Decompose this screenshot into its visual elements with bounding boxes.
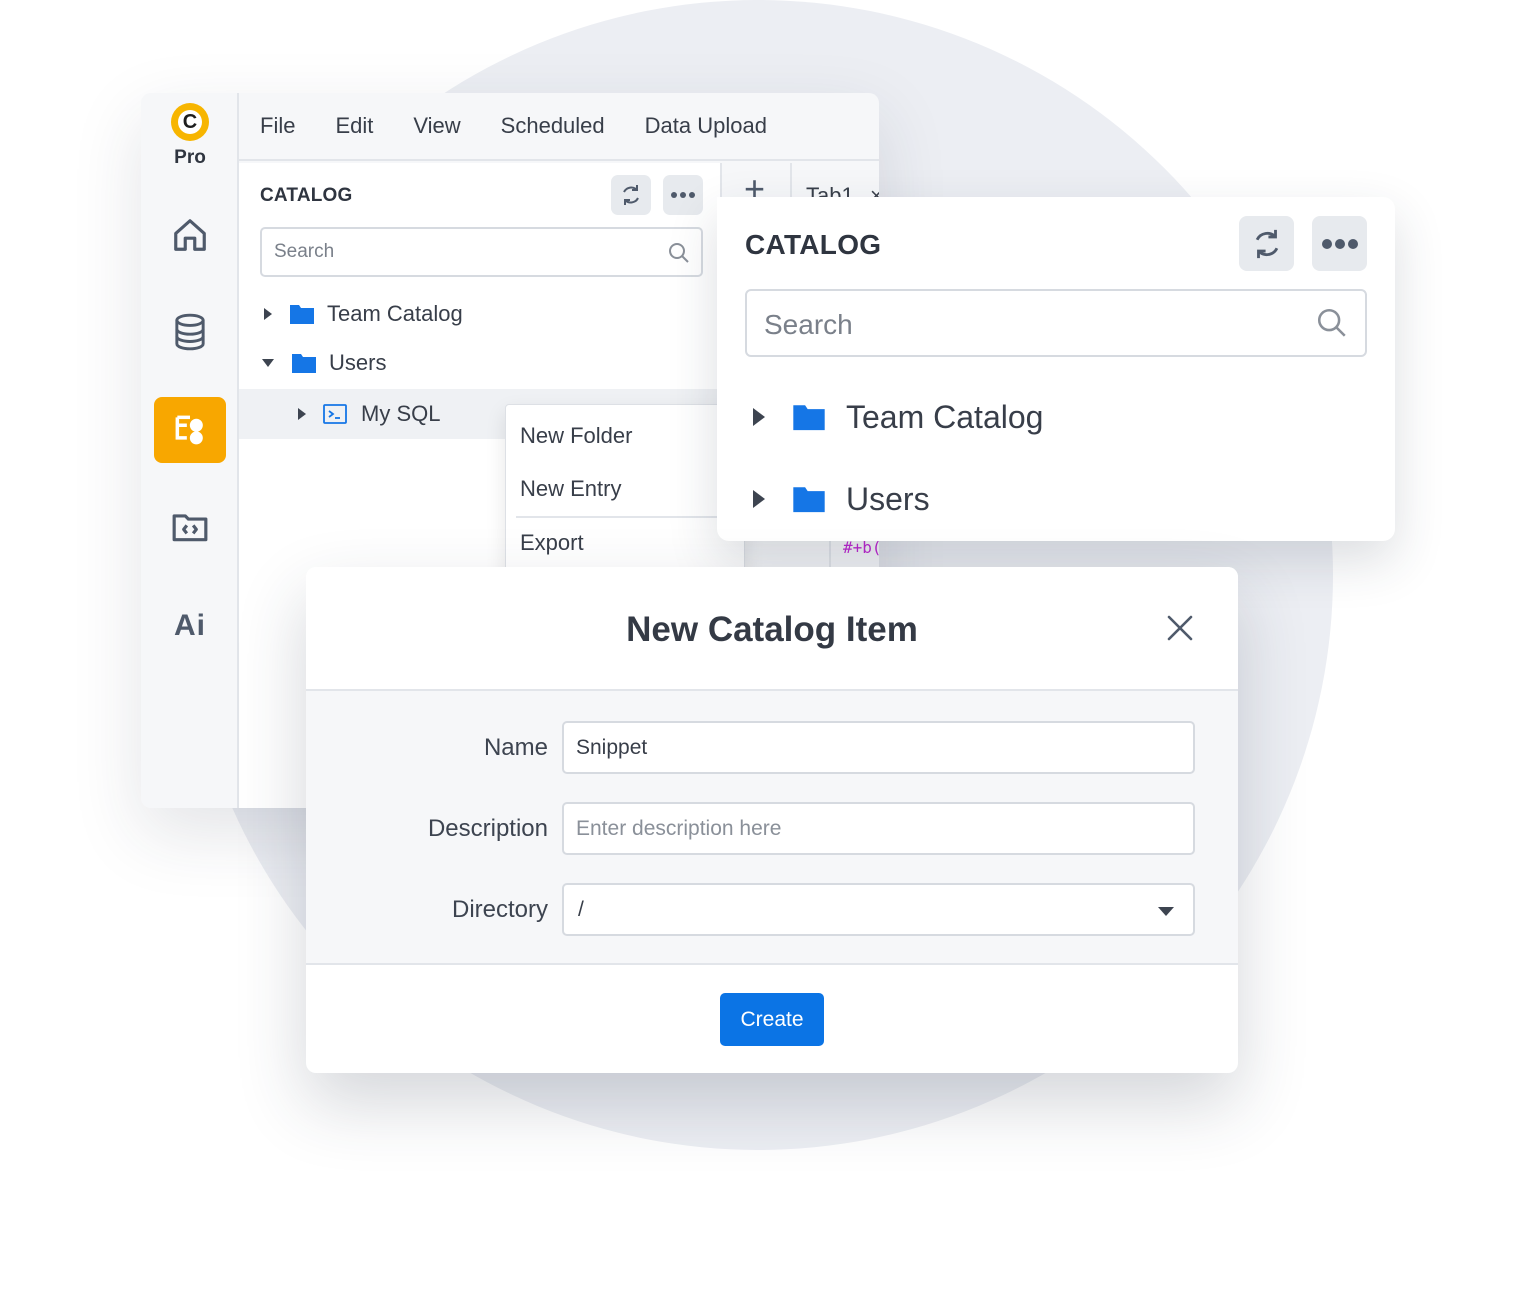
- home-icon: [174, 219, 206, 251]
- more-button[interactable]: [663, 175, 703, 215]
- ctx-new-folder[interactable]: New Folder: [520, 423, 632, 449]
- menu-edit[interactable]: Edit: [335, 113, 373, 139]
- rail-snippets[interactable]: [154, 494, 226, 560]
- tree-item-label: Team Catalog: [846, 398, 1044, 435]
- folder-icon: [793, 405, 825, 431]
- menu-view[interactable]: View: [413, 113, 460, 139]
- tree-item-label: My SQL: [361, 401, 441, 426]
- dialog-body: Name Description Directory /: [306, 691, 1238, 965]
- description-label: Description: [427, 815, 548, 842]
- logo[interactable]: C: [171, 103, 209, 141]
- catalog-search[interactable]: [260, 227, 703, 277]
- close-icon[interactable]: [1166, 614, 1194, 642]
- more-icon: [671, 192, 695, 198]
- folder-icon: [290, 305, 314, 324]
- tree-item-team-catalog[interactable]: Team Catalog: [239, 290, 722, 338]
- menu-file[interactable]: File: [260, 113, 295, 139]
- database-icon: [175, 313, 205, 351]
- folder-icon: [793, 487, 825, 513]
- name-label: Name: [483, 734, 548, 761]
- left-rail: C Pro Ai: [141, 93, 239, 808]
- directory-value: /: [578, 898, 584, 921]
- name-field[interactable]: [562, 721, 1195, 774]
- directory-select[interactable]: /: [562, 883, 1195, 936]
- logo-letter: C: [182, 111, 198, 133]
- catalog-tree-icon: [175, 415, 203, 445]
- catalog-search[interactable]: [745, 289, 1367, 357]
- tree-item-label: Users: [329, 350, 387, 375]
- chevron-right-icon: [753, 408, 765, 426]
- catalog-search-input[interactable]: [274, 241, 654, 263]
- tree-item-label: Team Catalog: [327, 301, 463, 326]
- directory-label: Directory: [451, 896, 548, 923]
- search-icon: [669, 243, 689, 263]
- dialog-header: New Catalog Item: [306, 567, 1238, 691]
- description-field[interactable]: [562, 802, 1195, 855]
- rail-ai[interactable]: Ai: [154, 593, 226, 659]
- tree-item-users[interactable]: Users: [717, 469, 1395, 529]
- create-button[interactable]: Create: [720, 993, 824, 1046]
- tree-item-team-catalog[interactable]: Team Catalog: [717, 387, 1395, 447]
- search-icon: [1317, 308, 1346, 337]
- menu-bar: File Edit View Scheduled Data Upload: [239, 93, 879, 161]
- ctx-new-entry[interactable]: New Entry: [520, 476, 621, 502]
- rail-database[interactable]: [154, 299, 226, 365]
- more-icon: [1321, 238, 1358, 249]
- refresh-button[interactable]: [1239, 216, 1294, 271]
- menu-scheduled[interactable]: Scheduled: [501, 113, 605, 139]
- ctx-export[interactable]: Export: [520, 530, 584, 556]
- folder-icon: [292, 354, 316, 373]
- rail-catalog[interactable]: [154, 397, 226, 463]
- ctx-divider: [516, 516, 744, 518]
- tree-item-users[interactable]: Users: [239, 339, 722, 387]
- refresh-icon: [1255, 229, 1278, 258]
- new-catalog-item-dialog: New Catalog Item Name Description Direct…: [306, 567, 1238, 1073]
- refresh-button[interactable]: [611, 175, 651, 215]
- ai-label: Ai: [174, 609, 206, 642]
- name-input[interactable]: [576, 736, 1166, 760]
- terminal-icon: [323, 404, 347, 424]
- catalog-title: CATALOG: [745, 229, 882, 260]
- caret-down-icon: [1158, 907, 1174, 916]
- chevron-down-icon: [262, 359, 274, 367]
- code-folder-icon: [172, 514, 208, 542]
- chevron-right-icon: [264, 308, 272, 320]
- catalog-zoom-card: CATALOG Team Catalog Users: [717, 197, 1395, 541]
- pro-badge: Pro: [174, 147, 206, 168]
- dialog-title: New Catalog Item: [626, 610, 918, 649]
- chevron-right-icon: [298, 408, 306, 420]
- catalog-title: CATALOG: [260, 185, 353, 206]
- rail-home[interactable]: [154, 202, 226, 268]
- more-button[interactable]: [1312, 216, 1367, 271]
- refresh-icon: [623, 185, 639, 205]
- catalog-search-input[interactable]: [764, 309, 1304, 341]
- tree-item-label: Users: [846, 480, 930, 517]
- chevron-right-icon: [753, 490, 765, 508]
- context-menu: New Folder New Entry Export: [505, 404, 745, 584]
- description-input[interactable]: [576, 817, 1166, 841]
- menu-data-upload[interactable]: Data Upload: [645, 113, 767, 139]
